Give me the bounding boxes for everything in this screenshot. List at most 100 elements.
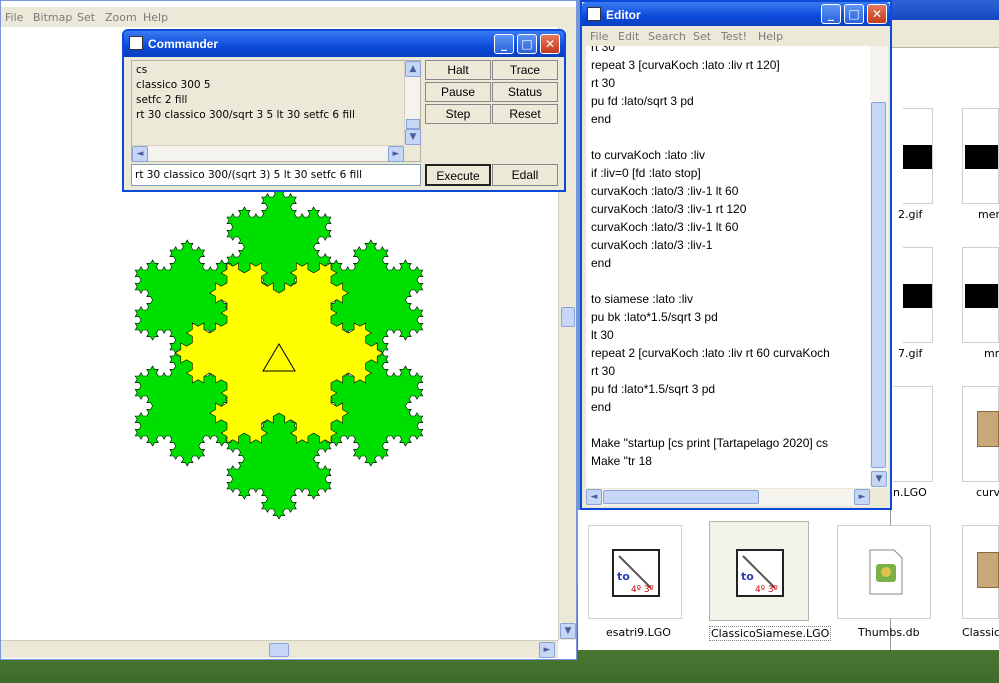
code-line: rt 30 (591, 76, 616, 90)
file-thumbnail[interactable] (962, 108, 999, 204)
code-line: if :liv=0 [fd :lato stop] (591, 166, 701, 180)
commander-window: Commander _ □ ✕ cs classico 300 5 setfc … (122, 29, 566, 192)
code-line: to curvaKoch :lato :liv (591, 148, 706, 162)
scroll-left-button[interactable]: ◄ (132, 146, 148, 162)
edall-button[interactable]: Edall (492, 164, 558, 186)
halt-button[interactable]: Halt (425, 60, 491, 80)
close-button[interactable]: ✕ (867, 4, 887, 24)
pause-button[interactable]: Pause (425, 82, 491, 102)
scroll-right-button[interactable]: ► (388, 146, 404, 162)
file-label[interactable]: 2.gif (898, 208, 922, 221)
editor-text-area[interactable]: rt 30 repeat 3 [curvaKoch :lato :liv rt 1… (586, 46, 870, 488)
minimize-button[interactable]: _ (821, 4, 841, 24)
svg-text:to: to (741, 570, 754, 583)
scroll-down-button[interactable]: ▼ (560, 623, 576, 639)
scroll-down-button[interactable]: ▼ (871, 471, 887, 487)
file-label[interactable]: curv (976, 486, 999, 499)
code-line: pu fd :lato*1.5/sqrt 3 pd (591, 382, 716, 396)
editor-title: Editor (606, 8, 641, 22)
logo-file-icon: to 4º 3º (736, 549, 784, 597)
step-button[interactable]: Step (425, 104, 491, 124)
scroll-thumb[interactable] (406, 119, 420, 129)
code-line: Make "tr 18 (591, 454, 652, 468)
close-button[interactable]: ✕ (540, 34, 560, 54)
file-thumbnail[interactable] (837, 525, 931, 619)
file-label[interactable]: mm (984, 347, 999, 360)
editor-menu-search[interactable]: Search (648, 30, 686, 43)
file-thumbnail-selected[interactable]: to 4º 3º (709, 521, 809, 621)
menu-help[interactable]: Help (143, 11, 168, 24)
code-line: rt 30 (591, 364, 616, 378)
scroll-right-button[interactable]: ► (854, 489, 870, 505)
code-line: to siamese :lato :liv (591, 292, 694, 306)
scroll-down-button[interactable]: ▼ (405, 129, 421, 145)
minimize-button[interactable]: _ (494, 34, 514, 54)
scroll-left-button[interactable]: ◄ (586, 489, 602, 505)
status-button[interactable]: Status (492, 82, 558, 102)
code-line: end (591, 256, 612, 270)
commander-titlebar[interactable]: Commander _ □ ✕ (124, 31, 564, 57)
editor-horizontal-scrollbar[interactable]: ◄ ► (586, 489, 870, 506)
history-horizontal-scrollbar[interactable]: ◄ ► (132, 145, 404, 162)
scroll-thumb[interactable] (871, 102, 886, 468)
maximize-button[interactable]: □ (517, 34, 537, 54)
code-line: rt 30 (591, 46, 616, 54)
scroll-thumb[interactable] (603, 490, 759, 504)
file-thumbnail[interactable]: to 4º 3º (588, 525, 682, 619)
command-history[interactable]: cs classico 300 5 setfc 2 fill rt 30 cla… (131, 60, 421, 162)
commander-title: Commander (148, 37, 219, 51)
file-label[interactable]: Classico (962, 626, 999, 639)
file-label[interactable]: esatri9.LGO (606, 626, 671, 639)
scroll-up-button[interactable]: ▲ (405, 61, 421, 77)
code-line: repeat 2 [curvaKoch :lato :liv rt 60 cur… (591, 346, 830, 360)
file-thumbnail[interactable] (903, 247, 933, 343)
maximize-button[interactable]: □ (844, 4, 864, 24)
code-line: pu fd :lato/sqrt 3 pd (591, 94, 694, 108)
history-line: cs (136, 64, 148, 76)
menu-file[interactable]: File (5, 11, 23, 24)
file-label[interactable]: merl (978, 208, 999, 221)
file-label[interactable]: Thumbs.db (858, 626, 920, 639)
menu-set[interactable]: Set (77, 11, 95, 24)
scroll-thumb[interactable] (561, 307, 575, 327)
editor-menu-edit[interactable]: Edit (618, 30, 639, 43)
editor-menu-set[interactable]: Set (693, 30, 711, 43)
reset-button[interactable]: Reset (492, 104, 558, 124)
file-thumbnail[interactable] (962, 525, 999, 619)
code-line: curvaKoch :lato/3 :liv-1 lt 60 (591, 220, 739, 234)
scroll-thumb[interactable] (269, 643, 289, 657)
file-label[interactable]: 7.gif (898, 347, 922, 360)
editor-menu-test[interactable]: Test! (721, 30, 747, 43)
editor-vertical-scrollbar[interactable]: ▼ (870, 46, 888, 488)
menu-zoom[interactable]: Zoom (105, 11, 137, 24)
trace-button[interactable]: Trace (492, 60, 558, 80)
svg-text:4º 3º: 4º 3º (631, 585, 654, 595)
menu-bitmap[interactable]: Bitmap (33, 11, 72, 24)
file-thumbnail[interactable] (962, 386, 999, 482)
app-icon (587, 7, 601, 21)
svg-text:4º 3º: 4º 3º (755, 585, 778, 595)
file-thumbnail[interactable] (903, 108, 933, 204)
history-line: rt 30 classico 300/sqrt 3 5 lt 30 setfc … (136, 109, 355, 121)
file-label[interactable]: n.LGO (893, 486, 927, 499)
command-input[interactable]: rt 30 classico 300/(sqrt 3) 5 lt 30 setf… (131, 164, 421, 186)
editor-menu-help[interactable]: Help (758, 30, 783, 43)
code-line: curvaKoch :lato/3 :liv-1 (591, 238, 713, 252)
editor-titlebar[interactable]: Editor _ □ ✕ (582, 2, 890, 26)
history-vertical-scrollbar[interactable]: ▲ ▼ (404, 61, 421, 145)
editor-menu-file[interactable]: File (590, 30, 608, 43)
canvas-horizontal-scrollbar[interactable]: ► (1, 640, 558, 658)
explorer-titlebar[interactable] (891, 0, 999, 20)
execute-button[interactable]: Execute (425, 164, 491, 186)
code-line: end (591, 112, 612, 126)
svg-text:to: to (617, 570, 630, 583)
file-thumbnail[interactable] (962, 247, 999, 343)
editor-window: Editor _ □ ✕ File Edit Search Set Test! … (580, 0, 892, 510)
logo-file-icon: to 4º 3º (612, 549, 660, 597)
code-line: lt 30 (591, 328, 614, 342)
file-thumbnail[interactable] (893, 386, 933, 482)
code-line: Make "startup [cs print [Tartapelago 202… (591, 436, 829, 450)
main-menubar: File Bitmap Set Zoom Help (1, 7, 576, 27)
scroll-right-button[interactable]: ► (539, 642, 555, 658)
file-label[interactable]: ClassicoSiamese.LGO (709, 626, 832, 641)
